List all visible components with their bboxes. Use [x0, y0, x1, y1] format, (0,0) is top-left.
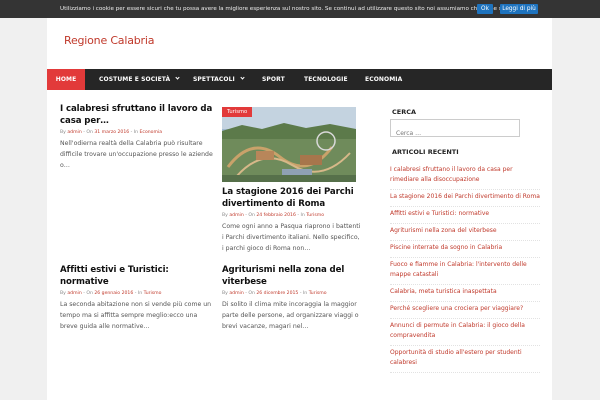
nav-item-label: SPETTACOLI [193, 76, 235, 83]
post-author-link[interactable]: admin [229, 291, 243, 296]
post-meta: By admin - On 31 marzo 2016 - In Economi… [60, 130, 215, 135]
recent-post-link[interactable]: Agriturismi nella zona del viterbese [390, 224, 540, 241]
post-card: Agriturismi nella zona del viterbese By … [222, 264, 362, 332]
post-category-link[interactable]: Turismo [144, 291, 162, 296]
main-content: I calabresi sfruttano il lavoro da casa … [47, 90, 552, 400]
meta-in: - In [134, 291, 143, 296]
post-author-link[interactable]: admin [67, 291, 81, 296]
recent-post-link[interactable]: Opportunità di studio all'estero per stu… [390, 346, 540, 373]
recent-post-link[interactable]: Perché scegliere una crociera per viaggi… [390, 302, 540, 319]
search-box [390, 119, 520, 142]
nav-item-tecnologie[interactable]: TECNOLOGIE [304, 69, 348, 90]
post-category-link[interactable]: Turismo [309, 291, 327, 296]
chevron-down-icon [240, 75, 245, 80]
recent-post-link[interactable]: Calabria, meta turistica inaspettata [390, 285, 540, 302]
search-input[interactable] [391, 125, 519, 142]
meta-by: By [222, 213, 228, 218]
post-title[interactable]: I calabresi sfruttano il lavoro da casa … [60, 103, 215, 127]
nav-item-label: COSTUME E SOCIETÀ [99, 76, 171, 83]
meta-in: - In [299, 291, 308, 296]
cookie-ok-button[interactable]: Ok [477, 4, 493, 14]
nav-item-label: SPORT [262, 76, 285, 83]
post-date-link[interactable]: 26 gennaio 2016 [94, 291, 133, 296]
post-card: Affitti estivi e Turistici: normative By… [60, 264, 215, 332]
post-excerpt: Di solito il clima mite incoraggia la ma… [222, 301, 359, 330]
post-author-link[interactable]: admin [67, 130, 81, 135]
cookie-text: Utilizziamo i cookie per essere sicuri c… [60, 6, 526, 12]
recent-post-link[interactable]: Annunci di permute in Calabria: il gioco… [390, 319, 540, 346]
meta-by: By [60, 291, 66, 296]
post-category-link[interactable]: Economia [140, 130, 163, 135]
nav-item-economia[interactable]: ECONOMIA [365, 69, 402, 90]
nav-item-label: TECNOLOGIE [304, 76, 348, 83]
site-title[interactable]: Regione Calabria [64, 34, 154, 47]
post-date-link[interactable]: 26 dicembre 2015 [256, 291, 298, 296]
chevron-down-icon [175, 75, 180, 80]
meta-by: By [60, 130, 66, 135]
post-title[interactable]: Agriturismi nella zona del viterbese [222, 264, 362, 288]
meta-on: - On [245, 291, 255, 296]
meta-on: - On [245, 213, 255, 218]
post-title[interactable]: Affitti estivi e Turistici: normative [60, 264, 215, 288]
meta-by: By [222, 291, 228, 296]
recent-post-link[interactable]: I calabresi sfruttano il lavoro da casa … [390, 163, 540, 190]
post-card: La stagione 2016 dei Parchi divertimento… [222, 186, 362, 254]
nav-item-label: HOME [55, 76, 77, 83]
post-meta: By admin - On 26 gennaio 2016 - In Turis… [60, 291, 215, 296]
meta-on: - On [83, 130, 93, 135]
meta-on: - On [83, 291, 93, 296]
category-badge[interactable]: Turismo [222, 107, 253, 117]
post-meta: By admin - On 26 dicembre 2015 - In Turi… [222, 291, 362, 296]
post-excerpt: Come ogni anno a Pasqua riaprono i batte… [222, 223, 361, 252]
search-widget-title: CERCA [392, 108, 417, 116]
meta-in: - In [297, 213, 305, 218]
post-excerpt: Nell'odierna realtà della Calabria può r… [60, 140, 213, 169]
recent-post-link[interactable]: La stagione 2016 dei Parchi divertimento… [390, 190, 540, 207]
cookie-banner: Utilizziamo i cookie per essere sicuri c… [0, 0, 600, 18]
post-thumbnail[interactable]: Turismo [222, 107, 356, 182]
nav-item-spettacoli[interactable]: SPETTACOLI [193, 69, 245, 90]
amusement-park-image [222, 107, 356, 182]
nav-item-costume-e-societa[interactable]: COSTUME E SOCIETÀ [99, 69, 180, 90]
recent-posts-list: I calabresi sfruttano il lavoro da casa … [390, 163, 540, 373]
post-date-link[interactable]: 24 febbraio 2016 [256, 213, 296, 218]
recent-post-link[interactable]: Fuoco e fiamme in Calabria: l'intervento… [390, 258, 540, 285]
nav-item-sport[interactable]: SPORT [262, 69, 285, 90]
post-title[interactable]: La stagione 2016 dei Parchi divertimento… [222, 186, 362, 210]
site-header: Regione Calabria [47, 18, 552, 69]
cookie-read-more-button[interactable]: Leggi di più [500, 4, 538, 14]
post-excerpt: La seconda abitazione non si vende più c… [60, 301, 212, 330]
post-category-link[interactable]: Turismo [306, 213, 324, 218]
nav-item-home[interactable]: HOME [47, 69, 85, 90]
post-card: I calabresi sfruttano il lavoro da casa … [60, 103, 215, 171]
post-date-link[interactable]: 31 marzo 2016 [94, 130, 129, 135]
meta-in: - In [130, 130, 139, 135]
post-meta: By admin - On 24 febbraio 2016 - In Turi… [222, 213, 362, 218]
post-author-link[interactable]: admin [229, 213, 243, 218]
recent-post-link[interactable]: Piscine interrate da sogno in Calabria [390, 241, 540, 258]
main-nav: HOME COSTUME E SOCIETÀ SPETTACOLI SPORT … [47, 69, 552, 90]
recent-posts-title: ARTICOLI RECENTI [392, 148, 459, 156]
recent-post-link[interactable]: Affitti estivi e Turistici: normative [390, 207, 540, 224]
nav-item-label: ECONOMIA [365, 76, 403, 83]
